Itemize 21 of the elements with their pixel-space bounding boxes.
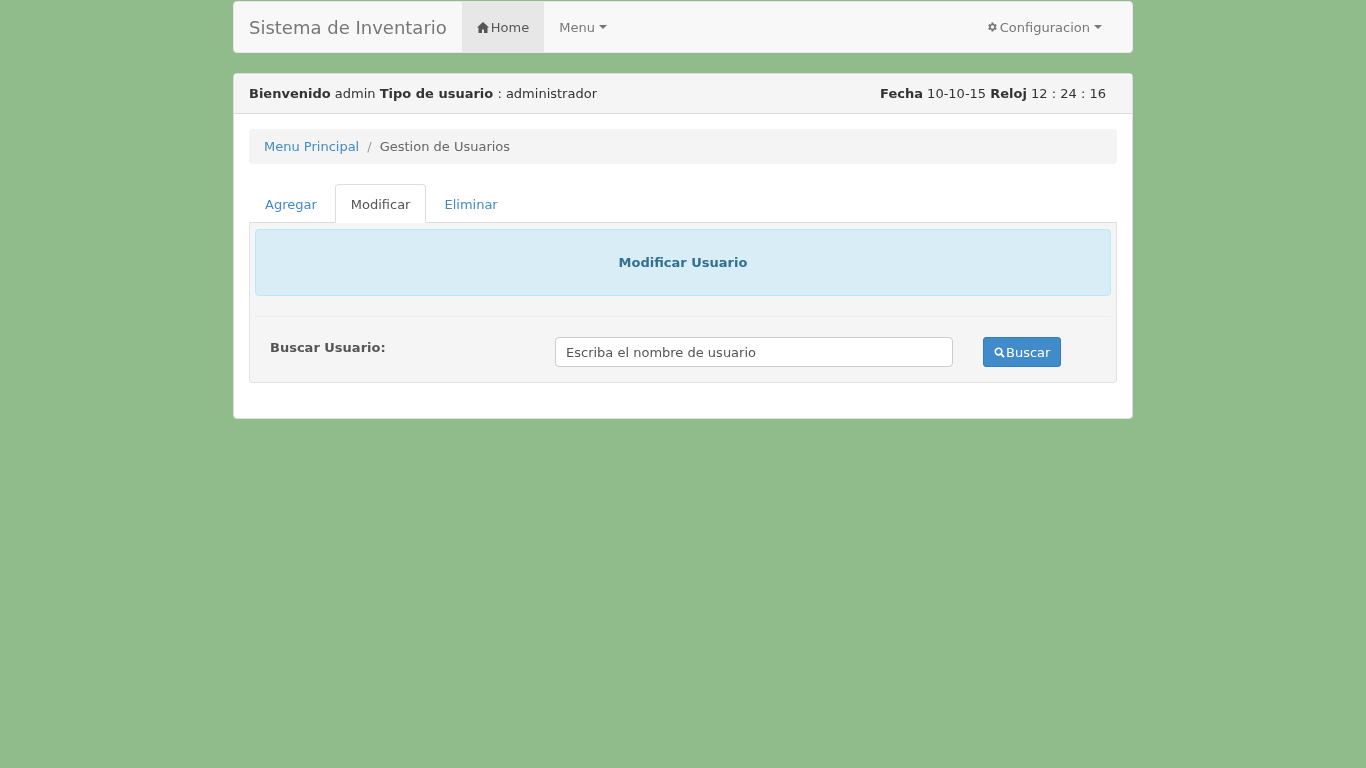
tab[interactable]: Modificar: [334, 184, 427, 223]
nav-item[interactable]: Configuracion: [970, 2, 1117, 52]
tab[interactable]: Eliminar: [428, 184, 514, 223]
welcome-text: Bienvenido admin Tipo de usuario : administrador: [249, 86, 597, 101]
section-title: Modificar Usuario: [255, 229, 1111, 296]
search-label: Buscar Usuario:: [269, 339, 387, 355]
breadcrumb-current: Gestion de Usuarios: [379, 139, 511, 154]
breadcrumb-link[interactable]: Menu Principal: [264, 139, 360, 154]
caret-icon: [1094, 25, 1102, 29]
home-icon: [476, 21, 489, 33]
date-time-text: Fecha 10-10-15 Reloj 12 : 24 : 16: [880, 86, 1106, 101]
breadcrumb-separator: /: [367, 139, 372, 154]
search-button[interactable]: Buscar: [983, 337, 1062, 367]
caret-icon: [598, 25, 607, 29]
search-icon: [994, 346, 1005, 358]
brand-title[interactable]: Sistema de Inventario: [249, 2, 447, 52]
tab[interactable]: Agregar: [249, 184, 333, 223]
nav-item[interactable]: Menu: [544, 2, 622, 52]
gear-icon: [985, 21, 998, 33]
search-field[interactable]: Escriba el nombre de usuario: [555, 337, 953, 367]
nav-item[interactable]: Home: [461, 2, 545, 52]
